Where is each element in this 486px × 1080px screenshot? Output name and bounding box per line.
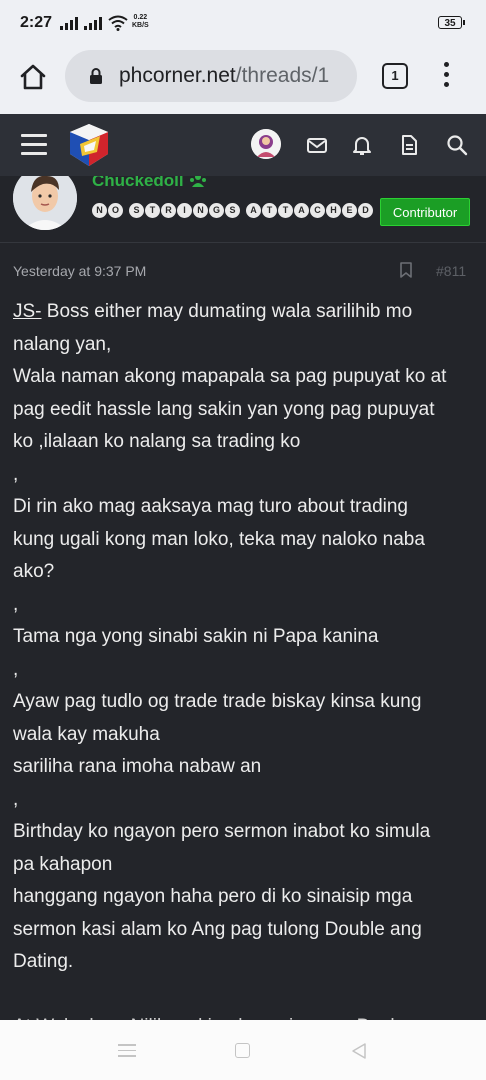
mention-link[interactable]: JS- xyxy=(13,301,42,322)
system-nav-bar xyxy=(0,1020,486,1080)
post: Chuckedoll NOSTRINGSATTACHED Contributor… xyxy=(0,176,486,1020)
menu-icon[interactable] xyxy=(21,134,47,161)
title-letter: A xyxy=(294,203,309,218)
browser-menu-icon[interactable] xyxy=(444,62,450,92)
title-letter: N xyxy=(92,203,107,218)
mail-icon[interactable] xyxy=(306,134,328,156)
post-line: hanggang ngayon haha pero di ko sinaisip… xyxy=(13,886,413,907)
title-letter: I xyxy=(177,203,192,218)
post-line-text: Boss either may dumating wala sarilihib … xyxy=(41,301,413,322)
post-line: Tama nga yong sinabi sakin ni Papa kanin… xyxy=(13,626,379,647)
post-line: pa kahapon xyxy=(13,853,113,875)
title-gap xyxy=(124,203,128,218)
post-line: kung ugali kong man loko, teka may nalok… xyxy=(13,528,425,550)
bookmark-icon[interactable] xyxy=(400,262,412,278)
post-line: At Waka lang Nililamaking lang sinasara … xyxy=(13,1011,481,1020)
post-line xyxy=(13,979,481,1012)
user-avatar[interactable] xyxy=(251,129,281,159)
author-username[interactable]: Chuckedoll xyxy=(92,176,184,191)
contributor-badge: Contributor xyxy=(380,198,470,226)
title-letter: T xyxy=(145,203,160,218)
title-letter: H xyxy=(326,203,341,218)
post-line: , xyxy=(13,788,19,810)
post-line: Ayaw pag tudlo og trade trade biskay kin… xyxy=(13,691,422,712)
net-speed-value: 0.22 xyxy=(133,14,148,21)
clock: 2:27 xyxy=(20,14,53,31)
address-bar[interactable]: phcorner.net/threads/1 xyxy=(65,50,357,102)
title-letter: C xyxy=(310,203,325,218)
post-line: Birthday ko ngayon pero sermon inabot ko… xyxy=(13,821,431,842)
post-author-row: Chuckedoll NOSTRINGSATTACHED Contributor xyxy=(0,176,486,243)
home-icon[interactable] xyxy=(18,62,48,92)
site-logo[interactable] xyxy=(66,122,112,168)
post-timestamp[interactable]: Yesterday at 9:37 PM xyxy=(13,263,146,279)
title-letter: T xyxy=(262,203,277,218)
wifi-icon xyxy=(108,15,128,31)
url-path: /threads/1 xyxy=(235,64,330,87)
url-text: phcorner.net/threads/1 xyxy=(119,64,329,88)
post-line: , xyxy=(13,658,19,680)
post-line: pag eedit hassle lang sakin yan yong pag… xyxy=(13,398,435,420)
net-speed-unit: KB/S xyxy=(132,22,149,29)
title-letter: O xyxy=(108,203,123,218)
title-letter: S xyxy=(129,203,144,218)
signal-icon xyxy=(84,16,102,30)
title-letter: A xyxy=(246,203,261,218)
title-gap xyxy=(241,203,245,218)
tab-switcher-button[interactable]: 1 xyxy=(382,63,408,89)
post-line: ako? xyxy=(13,561,55,582)
search-icon[interactable] xyxy=(446,134,468,156)
battery-icon: 35 xyxy=(438,16,465,29)
post-line: sermon kasi alam ko Ang pag tulong Doubl… xyxy=(13,918,422,940)
lock-icon xyxy=(90,68,102,84)
group-user-icon xyxy=(190,176,206,187)
author-user-title: NOSTRINGSATTACHED xyxy=(92,203,373,218)
status-bar: 2:27 0.22 KB/S 35 xyxy=(0,0,486,46)
url-domain: phcorner.net xyxy=(119,64,236,87)
post-line: sariliha rana imoha nabaw an xyxy=(13,756,262,777)
recent-apps-icon[interactable] xyxy=(118,1044,136,1061)
net-speed: 0.22 KB/S xyxy=(132,14,149,30)
post-line: Wala naman akong mapapala sa pag pupuyat… xyxy=(13,366,447,387)
post-line: , xyxy=(13,593,19,615)
post-line: JS- Boss either may dumating wala sarili… xyxy=(13,296,481,329)
title-letter: E xyxy=(342,203,357,218)
signal-icon xyxy=(60,16,78,30)
title-letter: G xyxy=(209,203,224,218)
post-line: ko ,ilalaan ko nalang sa trading ko xyxy=(13,431,301,452)
post-line: wala kay makuha xyxy=(13,723,160,745)
document-icon[interactable] xyxy=(398,134,420,156)
bell-icon[interactable] xyxy=(351,134,373,156)
post-line: nalang yan, xyxy=(13,333,112,355)
site-header xyxy=(0,114,486,177)
post-body: JS- Boss either may dumating wala sarili… xyxy=(13,296,481,1020)
home-nav-icon[interactable] xyxy=(235,1043,250,1058)
post-line: Di rin ako mag aaksaya mag turo about tr… xyxy=(13,496,408,517)
title-letter: D xyxy=(358,203,373,218)
post-number[interactable]: #811 xyxy=(436,263,466,279)
post-line: Dating. xyxy=(13,951,74,972)
title-letter: T xyxy=(278,203,293,218)
title-letter: S xyxy=(225,203,240,218)
post-line: , xyxy=(13,463,19,485)
browser-toolbar: phcorner.net/threads/1 1 xyxy=(0,46,486,114)
title-letter: R xyxy=(161,203,176,218)
title-letter: N xyxy=(193,203,208,218)
author-avatar[interactable] xyxy=(13,176,77,230)
back-icon[interactable] xyxy=(350,1042,368,1060)
